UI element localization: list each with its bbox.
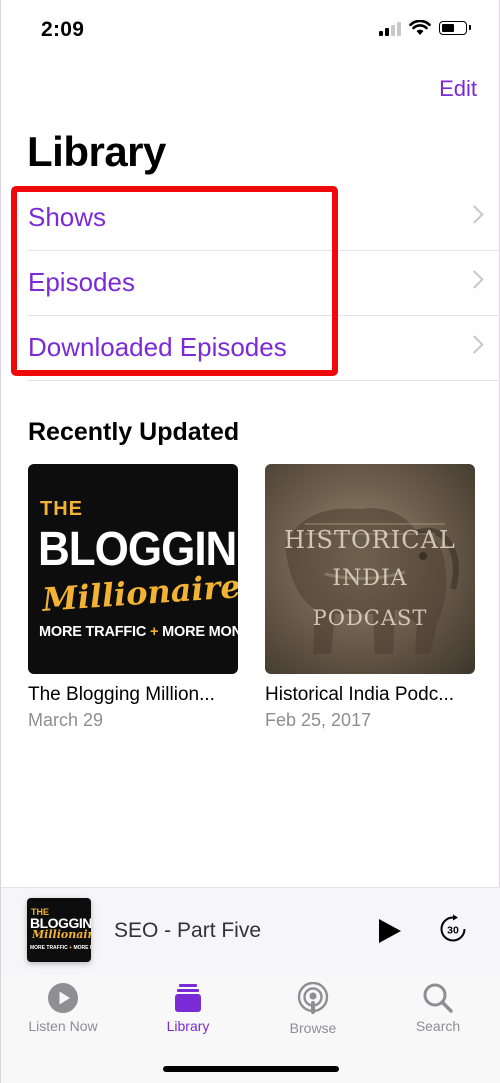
- chevron-right-icon: [465, 205, 484, 224]
- artwork-text: THE: [40, 498, 83, 520]
- status-time: 2:09: [41, 18, 85, 41]
- play-circle-icon: [48, 983, 78, 1013]
- tab-label: Browse: [289, 1020, 337, 1036]
- play-button[interactable]: [379, 919, 401, 943]
- tab-label: Listen Now: [28, 1018, 98, 1034]
- mini-player[interactable]: THE BLOGGING Millionaire MORE TRAFFIC + …: [1, 887, 500, 975]
- page-title: Library: [27, 128, 166, 175]
- artwork-tagline: MORE TRAFFIC + MORE MONEY: [30, 945, 91, 951]
- annotation-highlight-box: [11, 186, 338, 376]
- show-artwork: HISTORICAL INDIA PODCAST: [265, 464, 475, 674]
- magnifier-icon: [423, 983, 453, 1013]
- artwork-text: PODCAST: [312, 606, 428, 630]
- artwork-text: INDIA: [332, 566, 408, 591]
- tab-listen-now[interactable]: Listen Now: [8, 982, 118, 1034]
- show-date: Feb 25, 2017: [265, 710, 372, 730]
- wifi-icon: [409, 20, 431, 35]
- battery-icon: [439, 21, 471, 35]
- now-playing-artwork: THE BLOGGING Millionaire MORE TRAFFIC + …: [27, 898, 91, 962]
- artwork-text: Millionaire: [32, 928, 91, 941]
- chevron-right-icon: [465, 335, 484, 354]
- show-title: Historical India Podc...: [265, 684, 455, 705]
- show-card-historical-india[interactable]: HISTORICAL INDIA PODCAST Historical Indi…: [265, 464, 475, 731]
- section-title-recently-updated: Recently Updated: [28, 418, 240, 446]
- home-indicator: [163, 1066, 339, 1072]
- status-icons: [379, 20, 471, 36]
- artwork-tagline: MORE TRAFFIC + MORE MONEY: [39, 624, 238, 640]
- artwork-text: HISTORICAL: [284, 526, 456, 554]
- chevron-right-icon: [465, 270, 484, 289]
- status-bar: 2:09: [1, 0, 500, 60]
- library-stack-icon: [175, 984, 201, 1012]
- svg-text:30: 30: [447, 925, 459, 937]
- tab-label: Library: [166, 1018, 210, 1034]
- podcasts-icon: [297, 982, 329, 1014]
- tab-browse[interactable]: Browse: [258, 982, 368, 1036]
- now-playing-title: SEO - Part Five: [114, 919, 262, 942]
- cellular-signal-icon: [379, 20, 401, 36]
- tab-library[interactable]: Library: [133, 982, 243, 1034]
- show-artwork: THE BLOGGING Millionaire MORE TRAFFIC + …: [28, 464, 238, 674]
- tab-search[interactable]: Search: [383, 982, 493, 1034]
- edit-button[interactable]: Edit: [439, 76, 477, 102]
- skip-forward-30-icon[interactable]: 30: [438, 914, 468, 944]
- show-date: March 29: [28, 710, 104, 730]
- show-title: The Blogging Million...: [28, 684, 215, 705]
- show-card-blogging-millionaire[interactable]: THE BLOGGING Millionaire MORE TRAFFIC + …: [28, 464, 238, 731]
- tab-label: Search: [415, 1018, 461, 1034]
